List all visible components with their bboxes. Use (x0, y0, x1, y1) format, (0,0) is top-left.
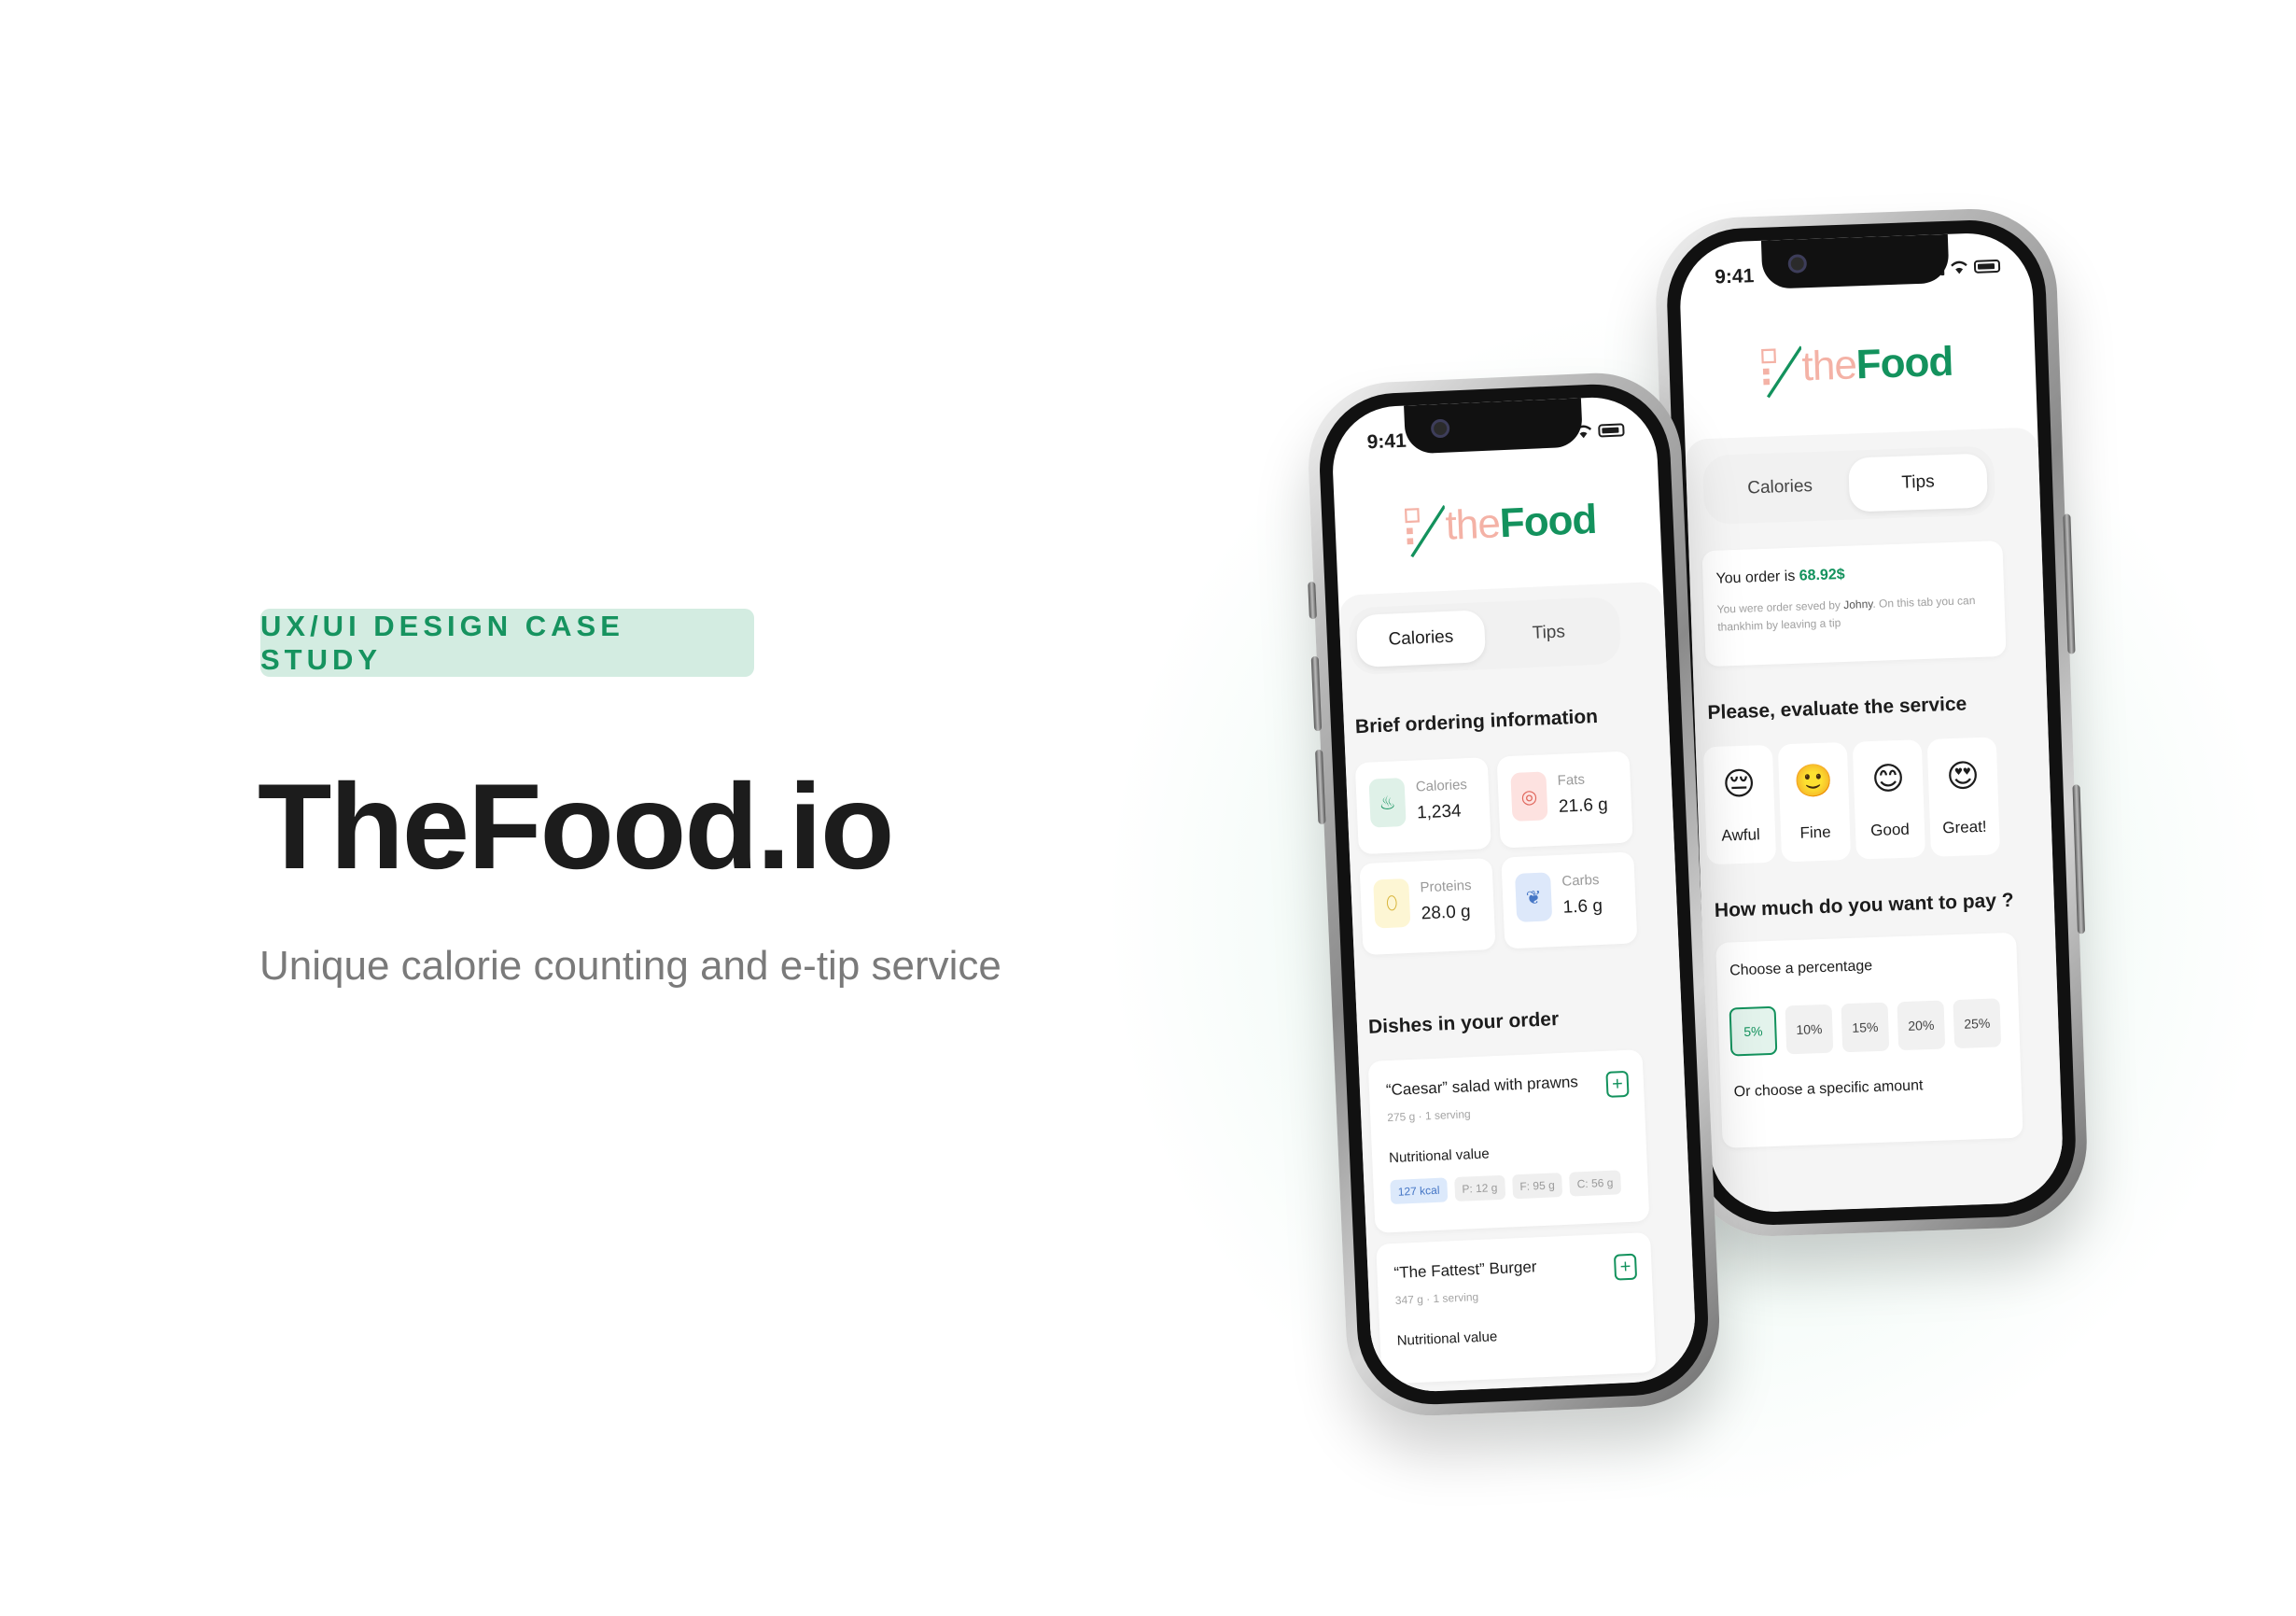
stat-card-proteins: ⬯ Proteins 28.0 g (1359, 857, 1496, 956)
stat-card-carbs: ❦ Carbs 1.6 g (1501, 851, 1638, 949)
phone-screen: 9:41 theFood Calories Tip (1677, 231, 2065, 1215)
percent-5[interactable]: 5% (1729, 1005, 1778, 1057)
page-subtitle: Unique calorie counting and e-tip servic… (259, 943, 1001, 989)
phone-side-button (1308, 581, 1317, 620)
wifi-icon (1951, 260, 1967, 274)
carb-chip: C: 56 g (1569, 1170, 1621, 1197)
stat-label: Proteins (1420, 877, 1472, 896)
stat-label: Carbs (1561, 872, 1600, 890)
egg-icon: ⬯ (1373, 878, 1411, 929)
order-description: You were order seved by Johny. On this t… (1716, 592, 1977, 637)
dish-meta: 275 g · 1 serving (1386, 1107, 1471, 1125)
phone-bezel: 9:41 theFood Calories Tip (1316, 381, 1712, 1408)
stat-value: 1,234 (1416, 801, 1463, 823)
logo-food: Food (1855, 338, 1954, 388)
tab-switcher: Calories Tips (1701, 445, 1996, 526)
order-label: You order is (1715, 568, 1796, 587)
status-time: 9:41 (1366, 429, 1407, 454)
nutrition-chips: 127 kcal P: 12 g F: 95 g C: 56 g (1390, 1170, 1621, 1205)
order-summary-card: You order is 68.92$ You were order seved… (1701, 540, 2007, 667)
stat-value: 28.0 g (1421, 902, 1472, 924)
wheat-icon: ❦ (1515, 872, 1553, 922)
logo-food: Food (1498, 496, 1598, 547)
dish-card: “Caesar” salad with prawns 275 g · 1 ser… (1367, 1049, 1650, 1233)
order-total: You order is 68.92$ (1715, 567, 1845, 588)
phone-notch (1404, 398, 1584, 455)
fat-chip: F: 95 g (1511, 1173, 1563, 1200)
rating-label: Great! (1942, 817, 1987, 837)
rating-good[interactable]: 😊 Good (1852, 739, 1926, 860)
stat-label: Fats (1557, 771, 1586, 789)
rating-awful[interactable]: 😔 Awful (1702, 744, 1777, 865)
stat-card-calories: ♨ Calories 1,234 (1354, 757, 1491, 855)
percent-15[interactable]: 15% (1841, 1002, 1890, 1053)
smile-face-icon: 😊 (1870, 760, 1906, 798)
rating-label: Fine (1799, 822, 1831, 842)
specific-amount-label: Or choose a specific amount (1733, 1077, 1924, 1101)
rating-great[interactable]: 😍 Great! (1926, 737, 2001, 857)
phone-notch (1760, 233, 1950, 289)
phone-calories: 9:41 theFood Calories Tips Brief orderin… (1305, 369, 1723, 1420)
percent-25[interactable]: 25% (1953, 998, 2002, 1049)
tab-switcher: Calories Tips (1348, 596, 1622, 676)
rating-label: Good (1869, 820, 1911, 840)
logo-word: theFood (1445, 497, 1598, 550)
phone-bezel: 9:41 theFood Calories Tip (1664, 218, 2079, 1228)
app-logo: theFood (1760, 331, 1954, 400)
sad-face-icon: 😔 (1721, 766, 1757, 803)
dish-name: “The Fattest” Burger (1393, 1258, 1537, 1282)
status-time: 9:41 (1714, 265, 1755, 288)
percent-10[interactable]: 10% (1785, 1004, 1834, 1055)
stat-label: Calories (1415, 777, 1468, 795)
tip-amount-card: Choose a percentage 5% 10% 15% 20% 25% O… (1715, 932, 2023, 1148)
stat-card-fats: ◎ Fats 21.6 g (1496, 751, 1633, 849)
tab-calories[interactable]: Calories (1355, 610, 1487, 668)
camera-icon (1430, 418, 1450, 439)
rating-fine[interactable]: 🙂 Fine (1777, 741, 1852, 863)
dish-card: “The Fattest” Burger 347 g · 1 serving +… (1376, 1231, 1657, 1384)
protein-chip: P: 12 g (1453, 1174, 1505, 1202)
order-amount: 68.92$ (1799, 566, 1845, 584)
nutrition-label: Nutritional value (1396, 1328, 1498, 1349)
heart-eyes-icon: 😍 (1945, 758, 1981, 795)
tab-tips[interactable]: Tips (1848, 453, 1989, 513)
rating-label: Awful (1721, 825, 1761, 845)
qr-icon (1761, 345, 1803, 399)
phone-screen: 9:41 theFood Calories Tip (1330, 394, 1698, 1395)
order-desc-1: You were order seved by (1716, 598, 1841, 616)
qr-icon (1404, 504, 1447, 558)
tab-calories[interactable]: Calories (1710, 458, 1850, 517)
phone-tips: 9:41 theFood Calories Tips You order is … (1653, 205, 2090, 1240)
percentage-label: Choose a percentage (1729, 958, 1873, 979)
battery-icon (1973, 259, 2001, 274)
logo-the: the (1444, 500, 1501, 549)
stat-value: 21.6 g (1558, 794, 1609, 817)
add-dish-button[interactable]: + (1613, 1253, 1638, 1281)
order-waiter: Johny (1842, 597, 1873, 611)
logo-the: the (1800, 342, 1857, 390)
camera-icon (1787, 254, 1808, 274)
add-dish-button[interactable]: + (1605, 1070, 1630, 1098)
case-study-tag: UX/UI DESIGN CASE STUDY (260, 609, 754, 677)
dish-meta: 347 g · 1 serving (1394, 1290, 1479, 1307)
stat-value: 1.6 g (1562, 895, 1603, 918)
app-logo: theFood (1403, 489, 1597, 559)
dish-name: “Caesar” salad with prawns (1385, 1073, 1579, 1100)
flame-icon: ♨ (1368, 778, 1407, 828)
logo-word: theFood (1801, 339, 1953, 391)
battery-icon (1598, 423, 1625, 438)
nutrition-label: Nutritional value (1388, 1145, 1491, 1167)
percent-20[interactable]: 20% (1897, 1000, 1946, 1051)
page-title: TheFood.io (258, 758, 894, 894)
slight-smile-icon: 🙂 (1793, 763, 1834, 800)
tab-tips[interactable]: Tips (1484, 604, 1614, 662)
kcal-chip: 127 kcal (1390, 1177, 1449, 1205)
donut-icon: ◎ (1510, 771, 1548, 822)
